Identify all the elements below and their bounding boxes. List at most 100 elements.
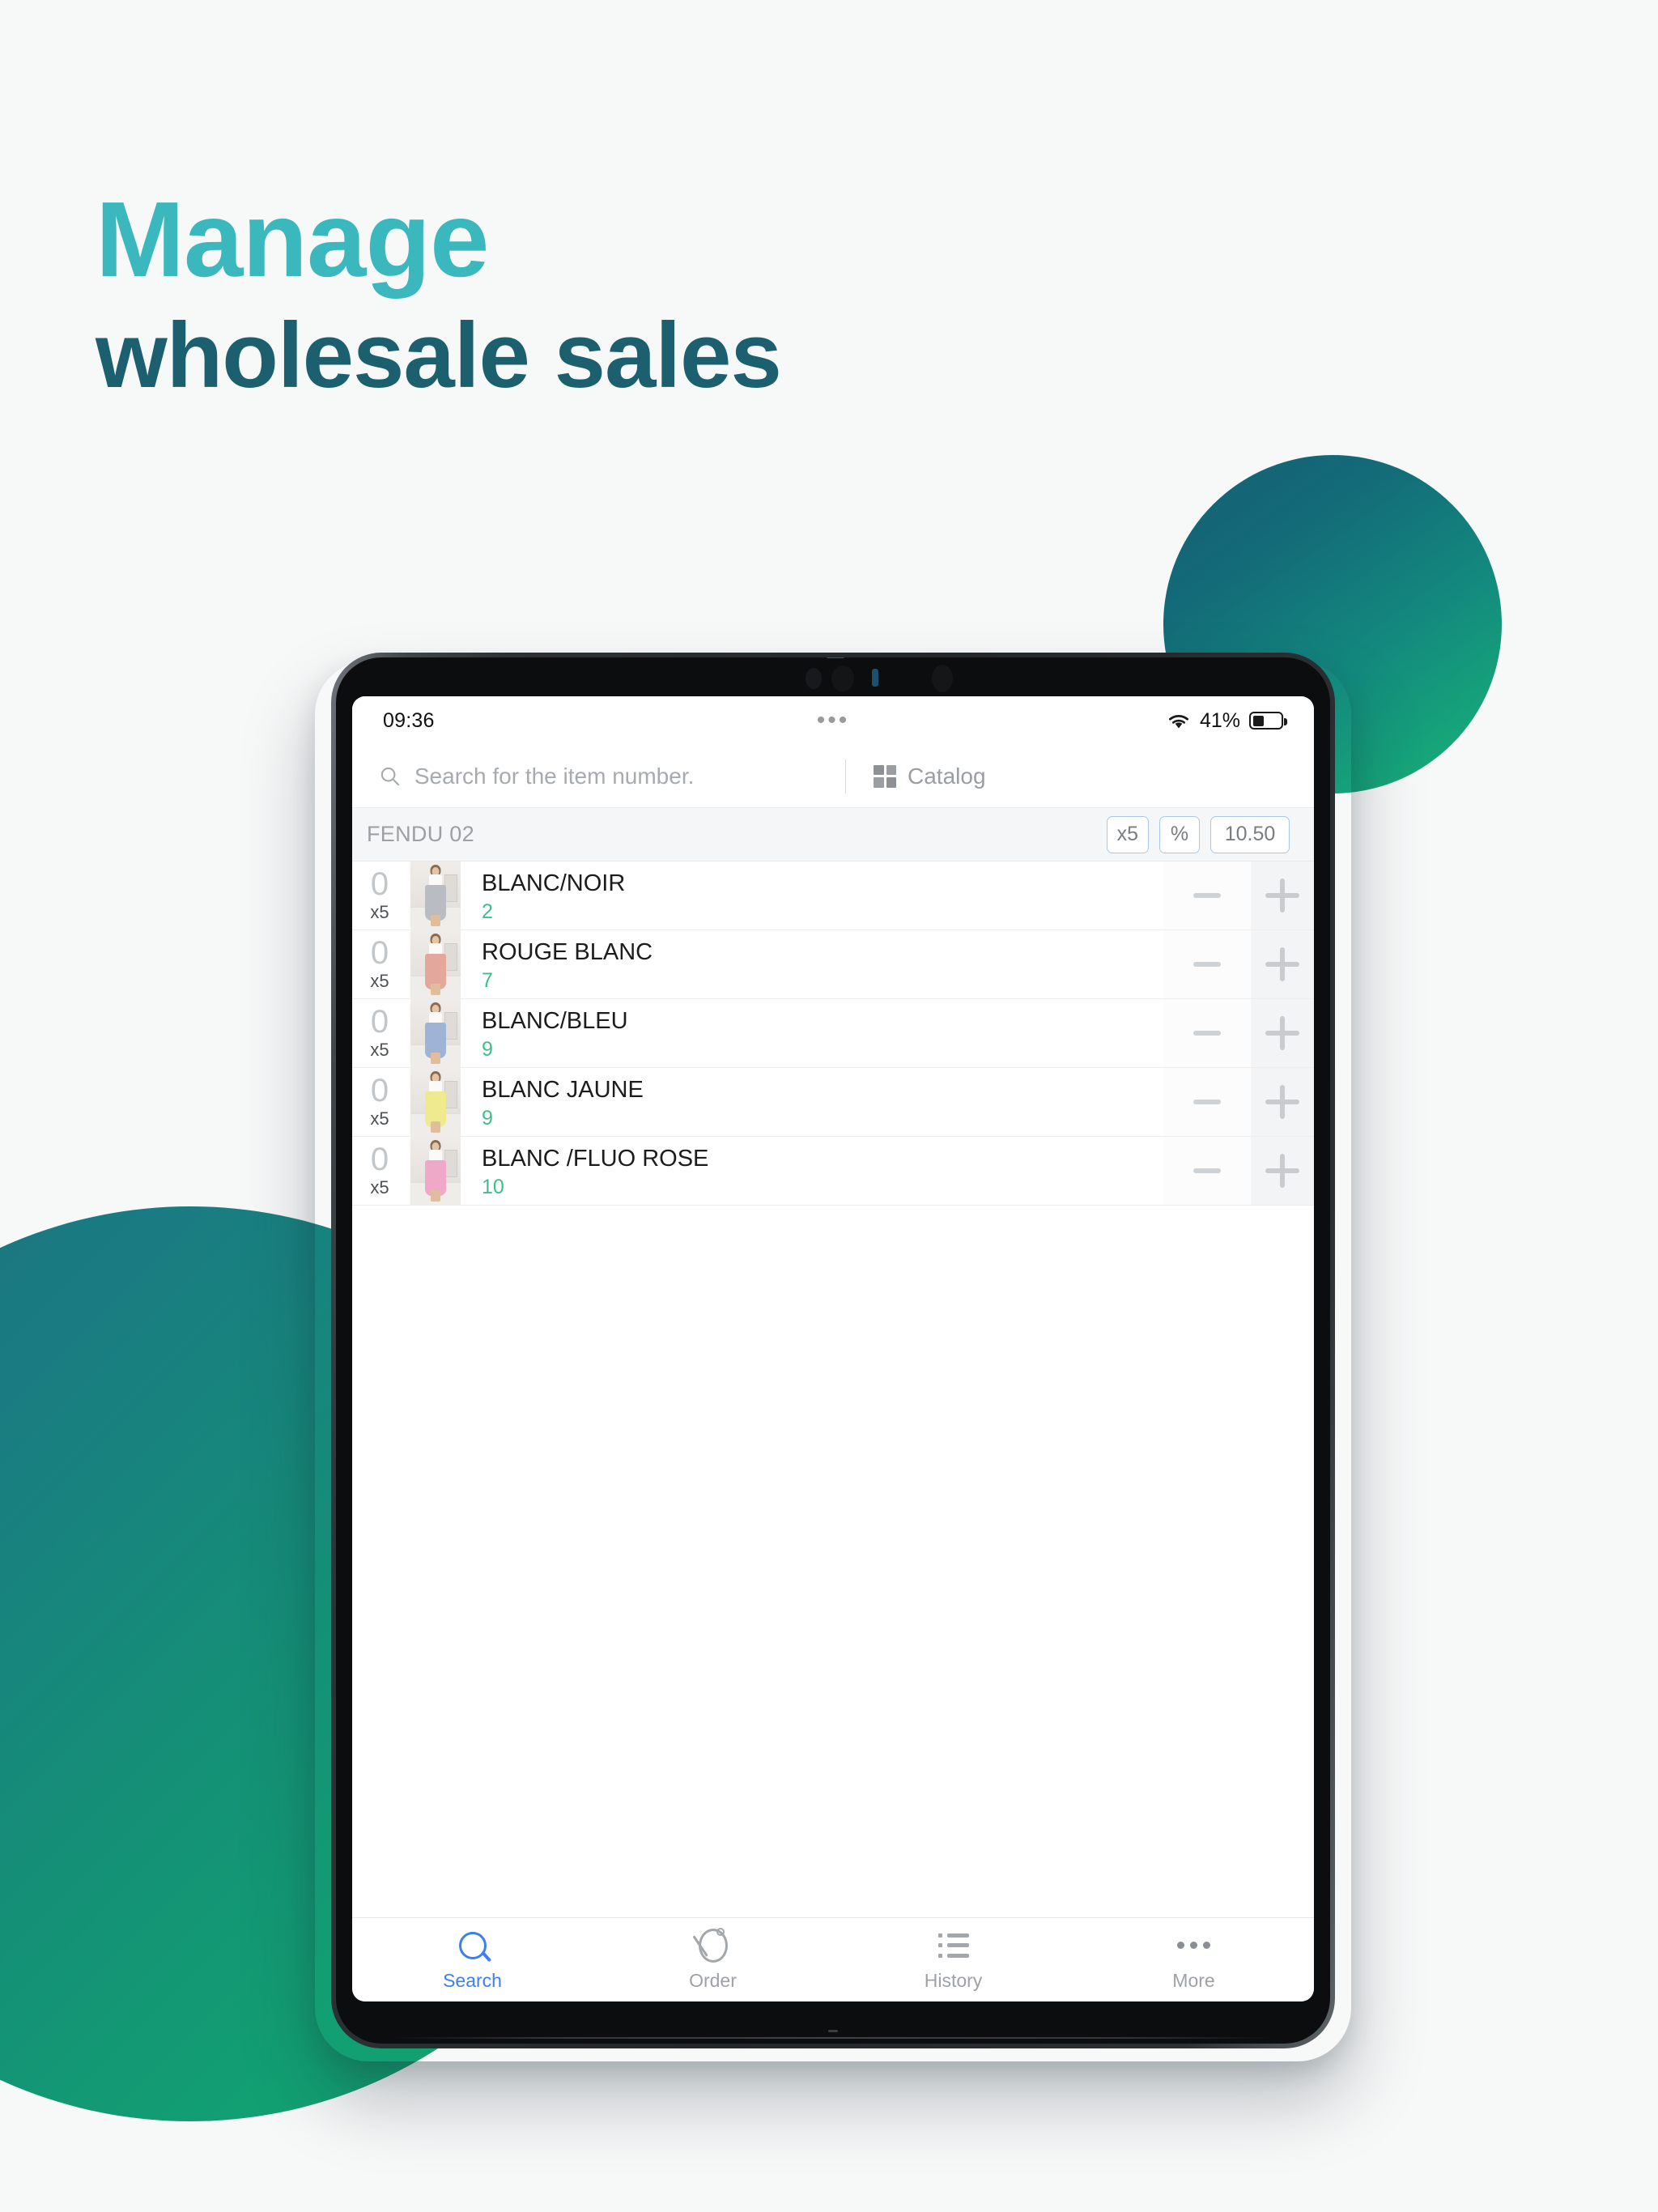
tab-order[interactable]: Order <box>593 1927 833 1992</box>
order-icon <box>698 1927 728 1963</box>
group-title: FENDU 02 <box>367 822 474 846</box>
list-icon <box>937 1929 969 1963</box>
page-title: Manage wholesale sales <box>96 180 782 408</box>
quantity-multiplier: x5 <box>370 1177 389 1197</box>
minus-icon <box>1193 1031 1221 1036</box>
search-input[interactable] <box>414 763 837 789</box>
plus-icon <box>1265 947 1299 981</box>
catalog-label: Catalog <box>908 763 986 789</box>
product-name: BLANC JAUNE <box>482 1077 644 1103</box>
quantity-multiplier: x5 <box>370 971 389 991</box>
quantity-multiplier: x5 <box>370 902 389 922</box>
increment-button[interactable] <box>1251 861 1314 929</box>
product-thumbnail[interactable] <box>410 930 461 999</box>
plus-icon <box>1265 1085 1299 1119</box>
increment-button[interactable] <box>1251 1137 1314 1205</box>
headline-line-2: wholesale sales <box>96 304 782 407</box>
table-row[interactable]: 0 x5 BLANC/BLEU 9 <box>352 999 1314 1068</box>
quantity-cell: 0 x5 <box>352 999 410 1067</box>
product-name: BLANC /FLUO ROSE <box>482 1146 709 1172</box>
tab-history-label: History <box>924 1969 983 1991</box>
grid-icon <box>874 764 896 788</box>
search-field-wrapper[interactable] <box>380 763 837 789</box>
front-camera-icon <box>831 666 854 691</box>
minus-icon <box>1193 1168 1221 1173</box>
quantity-value: 0 <box>370 866 389 902</box>
battery-percent-label: 41% <box>1199 708 1240 732</box>
battery-fill <box>1252 715 1265 726</box>
table-row[interactable]: 0 x5 BLANC/NOIR 2 <box>352 861 1314 930</box>
price-chip[interactable]: 10.50 <box>1210 815 1290 853</box>
quantity-cell: 0 x5 <box>352 1068 410 1136</box>
quantity-multiplier: x5 <box>370 1040 389 1060</box>
product-stock: 9 <box>482 1107 493 1129</box>
quantity-multiplier: x5 <box>370 1108 389 1129</box>
table-row[interactable]: 0 x5 BLANC JAUNE 9 <box>352 1068 1314 1137</box>
product-thumbnail[interactable] <box>410 861 461 930</box>
camera-sensor-row <box>336 657 1330 696</box>
quantity-cell: 0 x5 <box>352 861 410 929</box>
increment-button[interactable] <box>1251 930 1314 998</box>
antenna-nub <box>826 657 845 658</box>
product-list: 0 x5 BLANC/NOIR 2 0 x5 ROUGE BLANC 7 0 x5 BLANC/BL… <box>352 861 1314 1206</box>
tablet-body: 09:36 ••• 41% Search for the item number… <box>336 657 1330 2044</box>
home-indicator <box>828 2030 838 2032</box>
decrement-button[interactable] <box>1163 861 1251 929</box>
group-header-row: FENDU 02 x5 % 10.50 <box>352 808 1314 861</box>
minus-icon <box>1193 1100 1221 1104</box>
tablet-frame: 09:36 ••• 41% Search for the item number… <box>331 653 1335 2048</box>
product-info-cell: BLANC/NOIR 2 <box>461 861 1163 929</box>
search-icon <box>458 1929 487 1963</box>
plus-icon <box>1265 1016 1299 1050</box>
discount-chip[interactable]: % <box>1159 815 1200 853</box>
quantity-value: 0 <box>370 1142 389 1177</box>
product-stock: 9 <box>482 1038 493 1061</box>
camera-sensor <box>806 668 822 689</box>
battery-icon <box>1249 712 1287 730</box>
decrement-button[interactable] <box>1163 930 1251 998</box>
ellipsis-icon <box>1177 1929 1210 1963</box>
headline-line-1: Manage <box>96 180 489 299</box>
product-stock: 2 <box>482 900 493 923</box>
tab-search[interactable]: Search <box>352 1929 593 1992</box>
product-info-cell: ROUGE BLANC 7 <box>461 930 1163 998</box>
decrement-button[interactable] <box>1163 1068 1251 1136</box>
plus-icon <box>1265 1154 1299 1188</box>
quantity-cell: 0 x5 <box>352 930 410 998</box>
tab-more[interactable]: More <box>1073 1929 1314 1992</box>
tablet-device: 09:36 ••• 41% Search for the item number… <box>331 653 1335 2048</box>
decrement-button[interactable] <box>1163 999 1251 1067</box>
product-thumbnail[interactable] <box>410 999 461 1068</box>
product-name: BLANC/BLEU <box>482 1008 628 1034</box>
status-bar: 09:36 ••• 41% <box>352 696 1314 745</box>
product-info-cell: BLANC/BLEU 9 <box>461 999 1163 1067</box>
promo-screenshot: Manage wholesale sales 09:36 ••• 41% Sea… <box>0 0 1658 2212</box>
search-icon <box>380 767 400 785</box>
product-name: BLANC/NOIR <box>482 870 626 896</box>
list-empty-area <box>352 1206 1314 1917</box>
group-actions: x5 % 10.50 <box>1106 815 1290 853</box>
product-stock: 7 <box>482 969 493 992</box>
product-info-cell: BLANC JAUNE 9 <box>461 1068 1163 1136</box>
wifi-icon <box>1168 714 1188 728</box>
quantity-value: 0 <box>370 1073 389 1108</box>
product-thumbnail[interactable] <box>410 1137 461 1206</box>
product-stock: 10 <box>482 1176 504 1198</box>
table-row[interactable]: 0 x5 ROUGE BLANC 7 <box>352 930 1314 999</box>
tab-history[interactable]: History <box>833 1929 1073 1992</box>
multiplier-chip[interactable]: x5 <box>1106 815 1149 853</box>
minus-icon <box>1193 893 1221 898</box>
plus-icon <box>1265 878 1299 912</box>
product-info-cell: BLANC /FLUO ROSE 10 <box>461 1137 1163 1205</box>
increment-button[interactable] <box>1251 1068 1314 1136</box>
increment-button[interactable] <box>1251 999 1314 1067</box>
depth-sensor <box>932 665 953 692</box>
product-thumbnail[interactable] <box>410 1068 461 1137</box>
speaker-line <box>393 2037 1273 2039</box>
catalog-button[interactable]: Catalog <box>846 764 986 789</box>
tab-search-label: Search <box>443 1969 502 1991</box>
decrement-button[interactable] <box>1163 1137 1251 1205</box>
quantity-value: 0 <box>370 1004 389 1040</box>
status-time: 09:36 <box>383 708 435 732</box>
table-row[interactable]: 0 x5 BLANC /FLUO ROSE 10 <box>352 1137 1314 1206</box>
